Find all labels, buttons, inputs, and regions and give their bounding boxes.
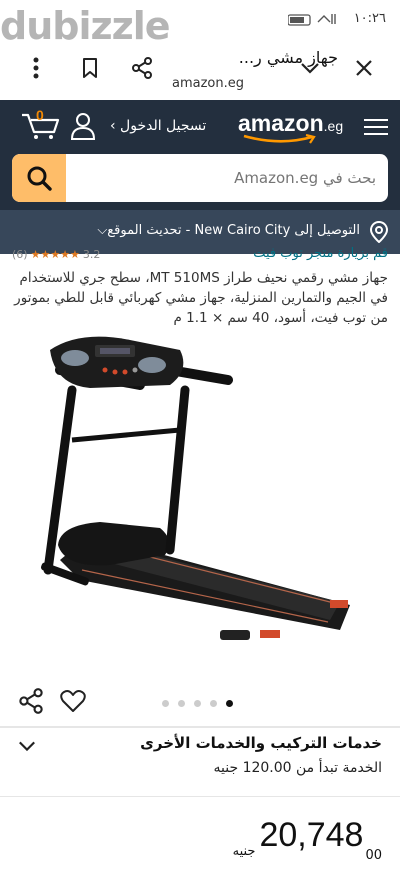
- rating-count: (6): [12, 248, 28, 261]
- carousel-dot[interactable]: [194, 700, 201, 707]
- product-rating[interactable]: (6) ★★★★★ 3.2: [12, 248, 100, 261]
- amazon-logo[interactable]: amazon.eg: [238, 110, 343, 137]
- carousel-dot[interactable]: [178, 700, 185, 707]
- search-input[interactable]: [76, 154, 376, 202]
- divider: [0, 796, 400, 797]
- status-time: ١٠:٢٦: [353, 11, 386, 26]
- share-icon[interactable]: [18, 688, 44, 714]
- image-actions: [0, 688, 400, 718]
- rating-value: 3.2: [82, 248, 101, 261]
- services-subtitle: الخدمة تبدأ من 120.00 جنيه: [213, 760, 382, 776]
- price-fraction: 00: [365, 848, 382, 863]
- hamburger-menu-icon[interactable]: [364, 114, 388, 140]
- chevron-down-icon[interactable]: [296, 54, 324, 82]
- location-pin-icon: [370, 221, 388, 243]
- treadmill-image[interactable]: [20, 330, 380, 670]
- status-icons: [287, 12, 338, 29]
- cart-count: 0: [36, 107, 44, 123]
- signal-wifi-icon: [287, 14, 336, 26]
- delivery-location-text: التوصيل إلى New Cairo City - تحديث الموق…: [97, 223, 360, 238]
- search-bar: [12, 154, 388, 202]
- store-link[interactable]: قم بزيارة متجر توب فيت: [253, 246, 388, 261]
- carousel-dot[interactable]: [210, 700, 217, 707]
- browser-url[interactable]: amazon.eg: [172, 76, 244, 91]
- rating-stars-icon: ★★★★★: [30, 248, 80, 261]
- user-icon[interactable]: [70, 112, 96, 140]
- close-icon[interactable]: [350, 54, 378, 82]
- services-title: خدمات التركيب والخدمات الأخرى: [140, 734, 382, 752]
- more-options-icon[interactable]: [22, 54, 50, 82]
- heart-icon[interactable]: [60, 688, 86, 714]
- price-whole: 20,748: [259, 816, 364, 854]
- search-button[interactable]: [12, 154, 66, 202]
- browser-toolbar: جهاز مشي ر... amazon.eg: [0, 40, 400, 100]
- services-section[interactable]: خدمات التركيب والخدمات الأخرى الخدمة تبد…: [0, 732, 400, 788]
- carousel-dot-active[interactable]: [226, 700, 233, 707]
- carousel-dot[interactable]: [162, 700, 169, 707]
- search-icon: [27, 166, 52, 191]
- status-bar: dubizzle ١٠:٢٦: [0, 0, 400, 48]
- product-title: جهاز مشي رقمي نحيف طراز MT 510MS، سطح جر…: [14, 270, 388, 326]
- carousel-dots[interactable]: [162, 700, 233, 707]
- divider: [0, 726, 400, 728]
- bookmark-icon[interactable]: [76, 54, 104, 82]
- product-price: جنيه 20,748 00: [233, 816, 382, 863]
- price-currency: جنيه: [232, 844, 256, 859]
- chevron-down-icon[interactable]: [18, 740, 36, 752]
- signin-link[interactable]: تسجيل الدخول ›: [110, 118, 206, 134]
- share-icon[interactable]: [128, 54, 156, 82]
- amazon-smile-icon: [243, 134, 316, 144]
